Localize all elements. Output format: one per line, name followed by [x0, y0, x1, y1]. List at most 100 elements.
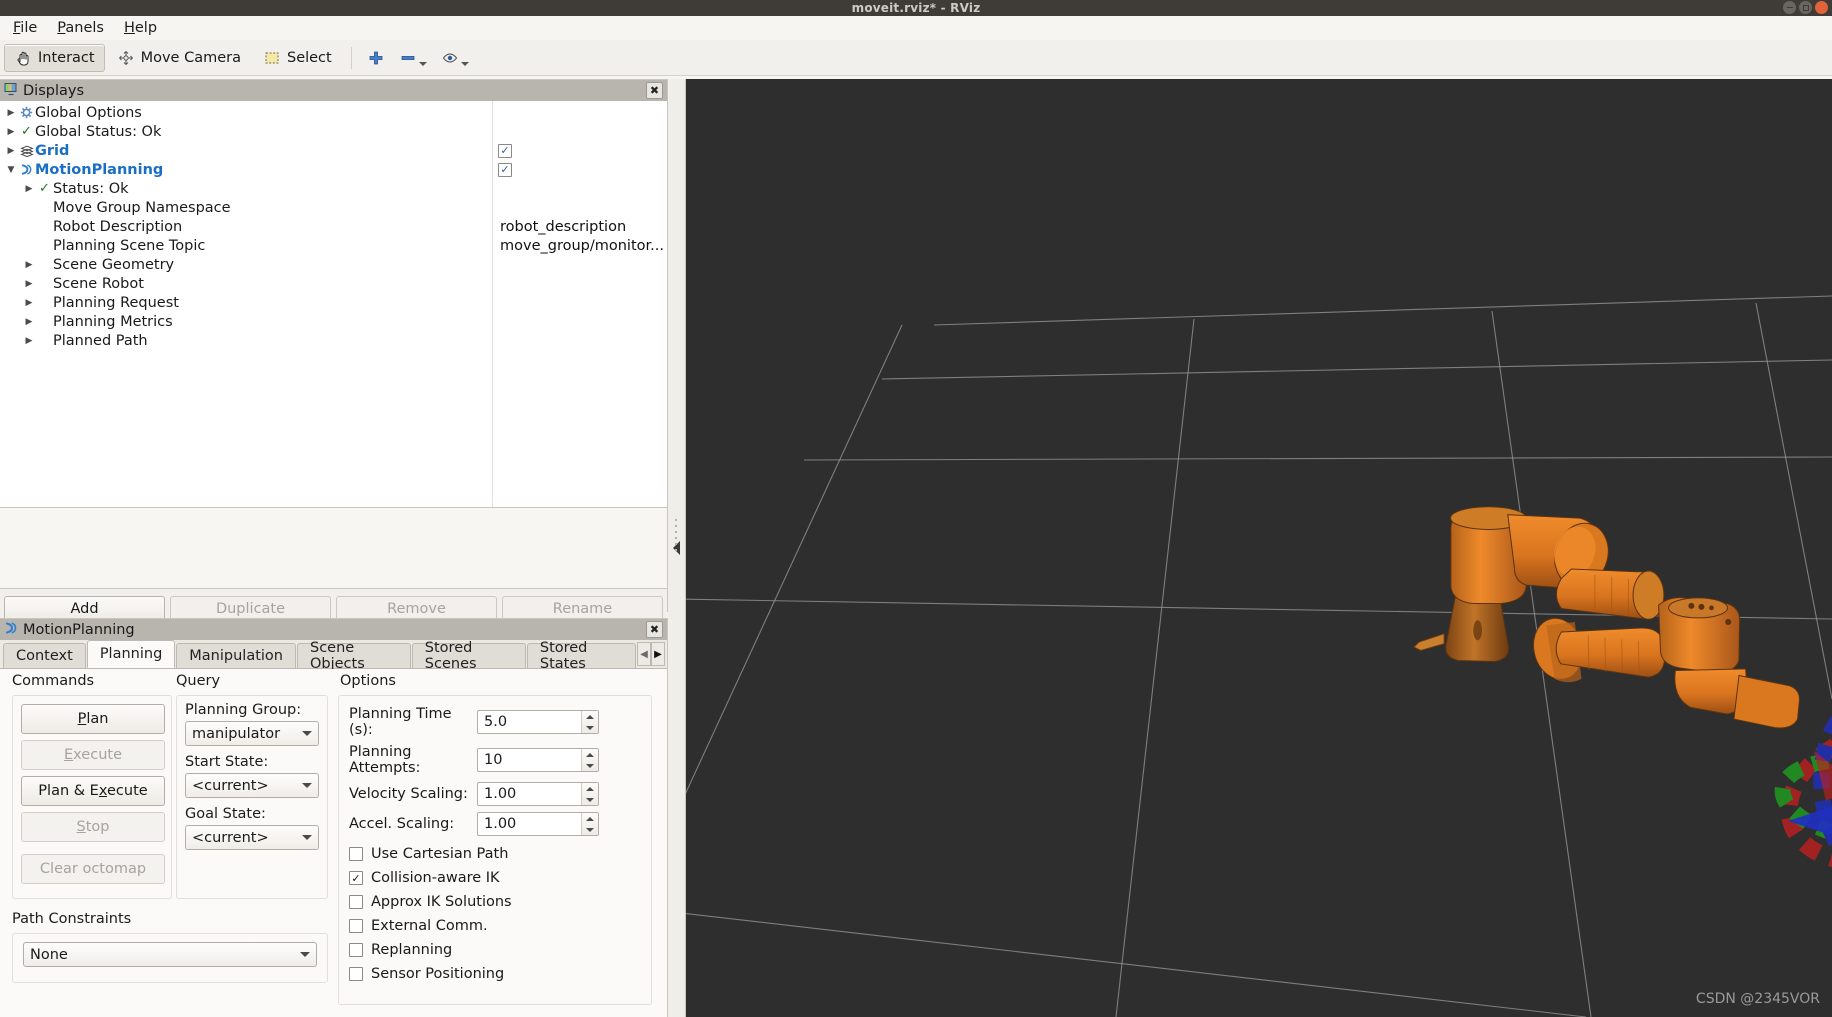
- option-checkbox[interactable]: ✓: [349, 871, 363, 885]
- chevron-right-icon[interactable]: ▶: [22, 279, 36, 289]
- stop-button[interactable]: Stop: [21, 812, 165, 842]
- planning-group-combo[interactable]: manipulator: [185, 721, 319, 746]
- menu-panels[interactable]: Panels: [47, 18, 114, 38]
- spinbox-buttons[interactable]: [581, 749, 598, 771]
- chevron-right-icon[interactable]: ▶: [22, 184, 36, 194]
- tool-select[interactable]: Select: [253, 44, 342, 72]
- option-checkbox-row[interactable]: Use Cartesian Path: [349, 842, 641, 866]
- chevron-right-icon[interactable]: ▶: [4, 127, 18, 137]
- option-checkbox-row[interactable]: ✓ Collision-aware IK: [349, 866, 641, 890]
- tab-manipulation[interactable]: Manipulation: [176, 643, 296, 668]
- tree-item-label: Planning Request: [53, 294, 179, 311]
- tool-move-camera[interactable]: Move Camera: [107, 44, 251, 72]
- tree-row[interactable]: Planning Scene Topic move_group/monitor..…: [0, 236, 667, 255]
- option-checkbox[interactable]: [349, 895, 363, 909]
- tool-interact[interactable]: Interact: [4, 43, 105, 72]
- tree-row[interactable]: ▶ Grid ✓: [0, 141, 667, 160]
- option-spinbox[interactable]: 5.0: [477, 710, 599, 734]
- chevron-right-icon[interactable]: ▶: [22, 317, 36, 327]
- tree-row[interactable]: ▶ Scene Geometry: [0, 255, 667, 274]
- tree-row[interactable]: Move Group Namespace: [0, 198, 667, 217]
- option-checkbox-row[interactable]: External Comm.: [349, 914, 641, 938]
- plan-button[interactable]: Plan: [21, 704, 165, 734]
- spin-up-icon[interactable]: [582, 711, 598, 722]
- execute-button[interactable]: Execute: [21, 740, 165, 770]
- tab-scroll-right-icon[interactable]: ▶: [651, 642, 665, 666]
- tree-row[interactable]: ▶ Global Options: [0, 103, 667, 122]
- plan-and-execute-button[interactable]: Plan & Execute: [21, 776, 165, 806]
- tool-add-tool[interactable]: [361, 49, 391, 67]
- spin-up-icon[interactable]: [582, 749, 598, 760]
- option-value[interactable]: 1.00: [478, 816, 581, 832]
- option-spinbox[interactable]: 1.00: [477, 782, 599, 806]
- option-spinbox[interactable]: 10: [477, 748, 599, 772]
- tree-item-value[interactable]: robot_description: [500, 219, 626, 235]
- tab-stored-states[interactable]: Stored States: [526, 640, 636, 672]
- close-button[interactable]: [1815, 1, 1828, 14]
- spin-up-icon[interactable]: [582, 783, 598, 794]
- tab-scroll-left-icon[interactable]: ◀: [637, 642, 651, 666]
- tree-row[interactable]: ▶ ✓ Status: Ok: [0, 179, 667, 198]
- goal-state-combo[interactable]: <current>: [185, 825, 319, 850]
- query-section: Query: [176, 673, 220, 689]
- chevron-right-icon[interactable]: ▶: [22, 298, 36, 308]
- option-spinbox[interactable]: 1.00: [477, 812, 599, 836]
- spin-down-icon[interactable]: [582, 794, 598, 805]
- option-checkbox-row[interactable]: Approx IK Solutions: [349, 890, 641, 914]
- tab-scene-objects[interactable]: Scene Objects: [296, 640, 411, 672]
- motionplanning-close-icon[interactable]: ✖: [646, 621, 663, 638]
- option-value[interactable]: 10: [478, 752, 581, 768]
- tree-item-label: Global Status: Ok: [35, 123, 162, 140]
- option-checkbox-row[interactable]: Sensor Positioning: [349, 962, 641, 986]
- maximize-button[interactable]: [1799, 1, 1812, 14]
- tool-visibility[interactable]: [435, 49, 475, 67]
- displays-tree[interactable]: ▶ Global Options ▶ ✓ Global Status: Ok ▶ Grid ✓…: [0, 101, 667, 508]
- menu-file[interactable]: FFileile: [3, 18, 47, 38]
- tree-row[interactable]: ▼ MotionPlanning ✓: [0, 160, 667, 179]
- tool-remove-tool[interactable]: [393, 49, 433, 67]
- spinbox-buttons[interactable]: [581, 783, 598, 805]
- dock-collapse-strip[interactable]: [668, 79, 686, 1017]
- tree-row[interactable]: Robot Description robot_description: [0, 217, 667, 236]
- render-viewport[interactable]: CSDN @2345VOR: [686, 79, 1832, 1017]
- start-state-combo[interactable]: <current>: [185, 773, 319, 798]
- tree-item-checkbox[interactable]: ✓: [498, 143, 512, 158]
- spin-down-icon[interactable]: [582, 760, 598, 771]
- option-value[interactable]: 1.00: [478, 786, 581, 802]
- option-checkbox[interactable]: [349, 919, 363, 933]
- tree-row[interactable]: ▶ ✓ Global Status: Ok: [0, 122, 667, 141]
- tab-planning[interactable]: Planning: [86, 640, 176, 668]
- tab-stored-scenes[interactable]: Stored Scenes: [411, 640, 526, 672]
- chevron-down-icon[interactable]: ▼: [4, 165, 18, 175]
- path-constraints-combo[interactable]: None: [23, 942, 317, 967]
- option-checkbox-row[interactable]: Replanning: [349, 938, 641, 962]
- tree-row[interactable]: ▶ Planned Path: [0, 331, 667, 350]
- chevron-right-icon[interactable]: ▶: [22, 260, 36, 270]
- chevron-right-icon[interactable]: ▶: [4, 108, 18, 118]
- chevron-down-icon[interactable]: [460, 61, 469, 66]
- tree-item-checkbox[interactable]: ✓: [498, 162, 512, 177]
- spinbox-buttons[interactable]: [581, 813, 598, 835]
- tab-context[interactable]: Context: [3, 643, 86, 668]
- chevron-right-icon[interactable]: ▶: [4, 146, 18, 156]
- option-checkbox[interactable]: [349, 967, 363, 981]
- dock-collapse-grip[interactable]: [675, 519, 678, 555]
- chevron-right-icon[interactable]: ▶: [22, 336, 36, 346]
- option-value[interactable]: 5.0: [478, 714, 581, 730]
- minimize-button[interactable]: [1783, 1, 1796, 14]
- spin-down-icon[interactable]: [582, 824, 598, 835]
- tree-row[interactable]: ▶ Planning Request: [0, 293, 667, 312]
- tree-item-value[interactable]: move_group/monitor...: [500, 238, 664, 254]
- option-label: Planning Attempts:: [349, 744, 421, 776]
- spinbox-buttons[interactable]: [581, 711, 598, 733]
- spin-down-icon[interactable]: [582, 722, 598, 733]
- displays-close-icon[interactable]: ✖: [646, 82, 663, 99]
- clear-octomap-button[interactable]: Clear octomap: [21, 854, 165, 884]
- option-checkbox[interactable]: [349, 847, 363, 861]
- tree-row[interactable]: ▶ Scene Robot: [0, 274, 667, 293]
- tree-row[interactable]: ▶ Planning Metrics: [0, 312, 667, 331]
- menu-help[interactable]: Help: [114, 18, 167, 38]
- spin-up-icon[interactable]: [582, 813, 598, 824]
- chevron-down-icon[interactable]: [418, 61, 427, 66]
- option-checkbox[interactable]: [349, 943, 363, 957]
